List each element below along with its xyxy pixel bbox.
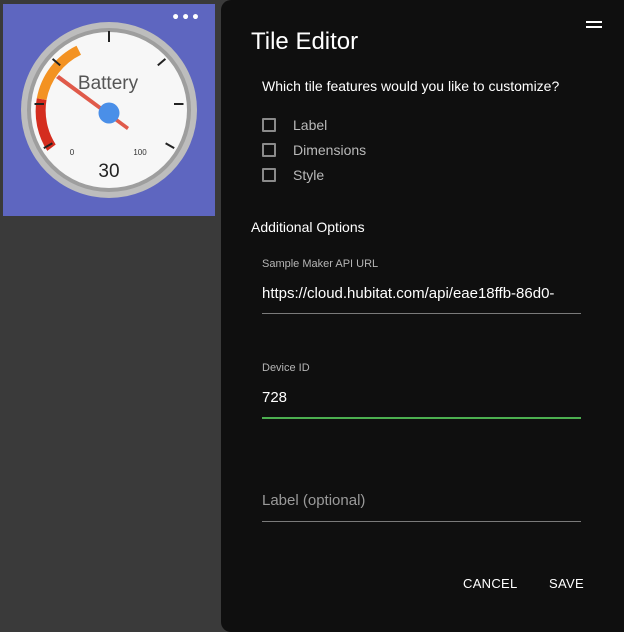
checkbox-label[interactable]: Label	[262, 115, 327, 135]
device-id-underline	[262, 417, 581, 419]
checkbox-style[interactable]: Style	[262, 165, 324, 185]
hamburger-icon[interactable]	[586, 21, 602, 31]
gauge-value: 30	[98, 161, 119, 182]
device-id-label: Device ID	[262, 362, 310, 374]
customize-question: Which tile features would you like to cu…	[262, 78, 560, 94]
device-id-field: Device ID	[262, 362, 581, 419]
cancel-button[interactable]: CANCEL	[457, 575, 524, 592]
gauge-hub	[98, 102, 120, 124]
battery-tile[interactable]: ••• Battery 0 100 30	[3, 4, 215, 216]
checkbox-dimensions-text: Dimensions	[293, 142, 367, 158]
gauge-label: Battery	[78, 73, 139, 94]
checkbox-box[interactable]	[262, 143, 276, 157]
checkbox-box[interactable]	[262, 118, 276, 132]
gauge-max-label: 100	[133, 148, 147, 157]
api-url-underline	[262, 313, 581, 314]
api-url-field: Sample Maker API URL	[262, 258, 581, 314]
label-field	[262, 489, 581, 522]
label-underline	[262, 521, 581, 522]
battery-gauge: Battery 0 100 30	[21, 22, 197, 198]
checkbox-style-text: Style	[293, 167, 325, 183]
save-button[interactable]: SAVE	[543, 575, 590, 592]
device-id-input[interactable]	[262, 386, 581, 408]
gauge-min-label: 0	[70, 148, 75, 157]
checkbox-box[interactable]	[262, 168, 276, 182]
checkbox-label-text: Label	[293, 117, 328, 133]
additional-options-heading: Additional Options	[251, 219, 365, 235]
checkbox-dimensions[interactable]: Dimensions	[262, 140, 366, 160]
editor-title: Tile Editor	[251, 28, 359, 55]
api-url-label: Sample Maker API URL	[262, 258, 379, 270]
label-input[interactable]	[262, 489, 581, 511]
api-url-input[interactable]	[262, 282, 581, 304]
tile-editor-panel: Tile Editor Which tile features would yo…	[221, 0, 624, 632]
